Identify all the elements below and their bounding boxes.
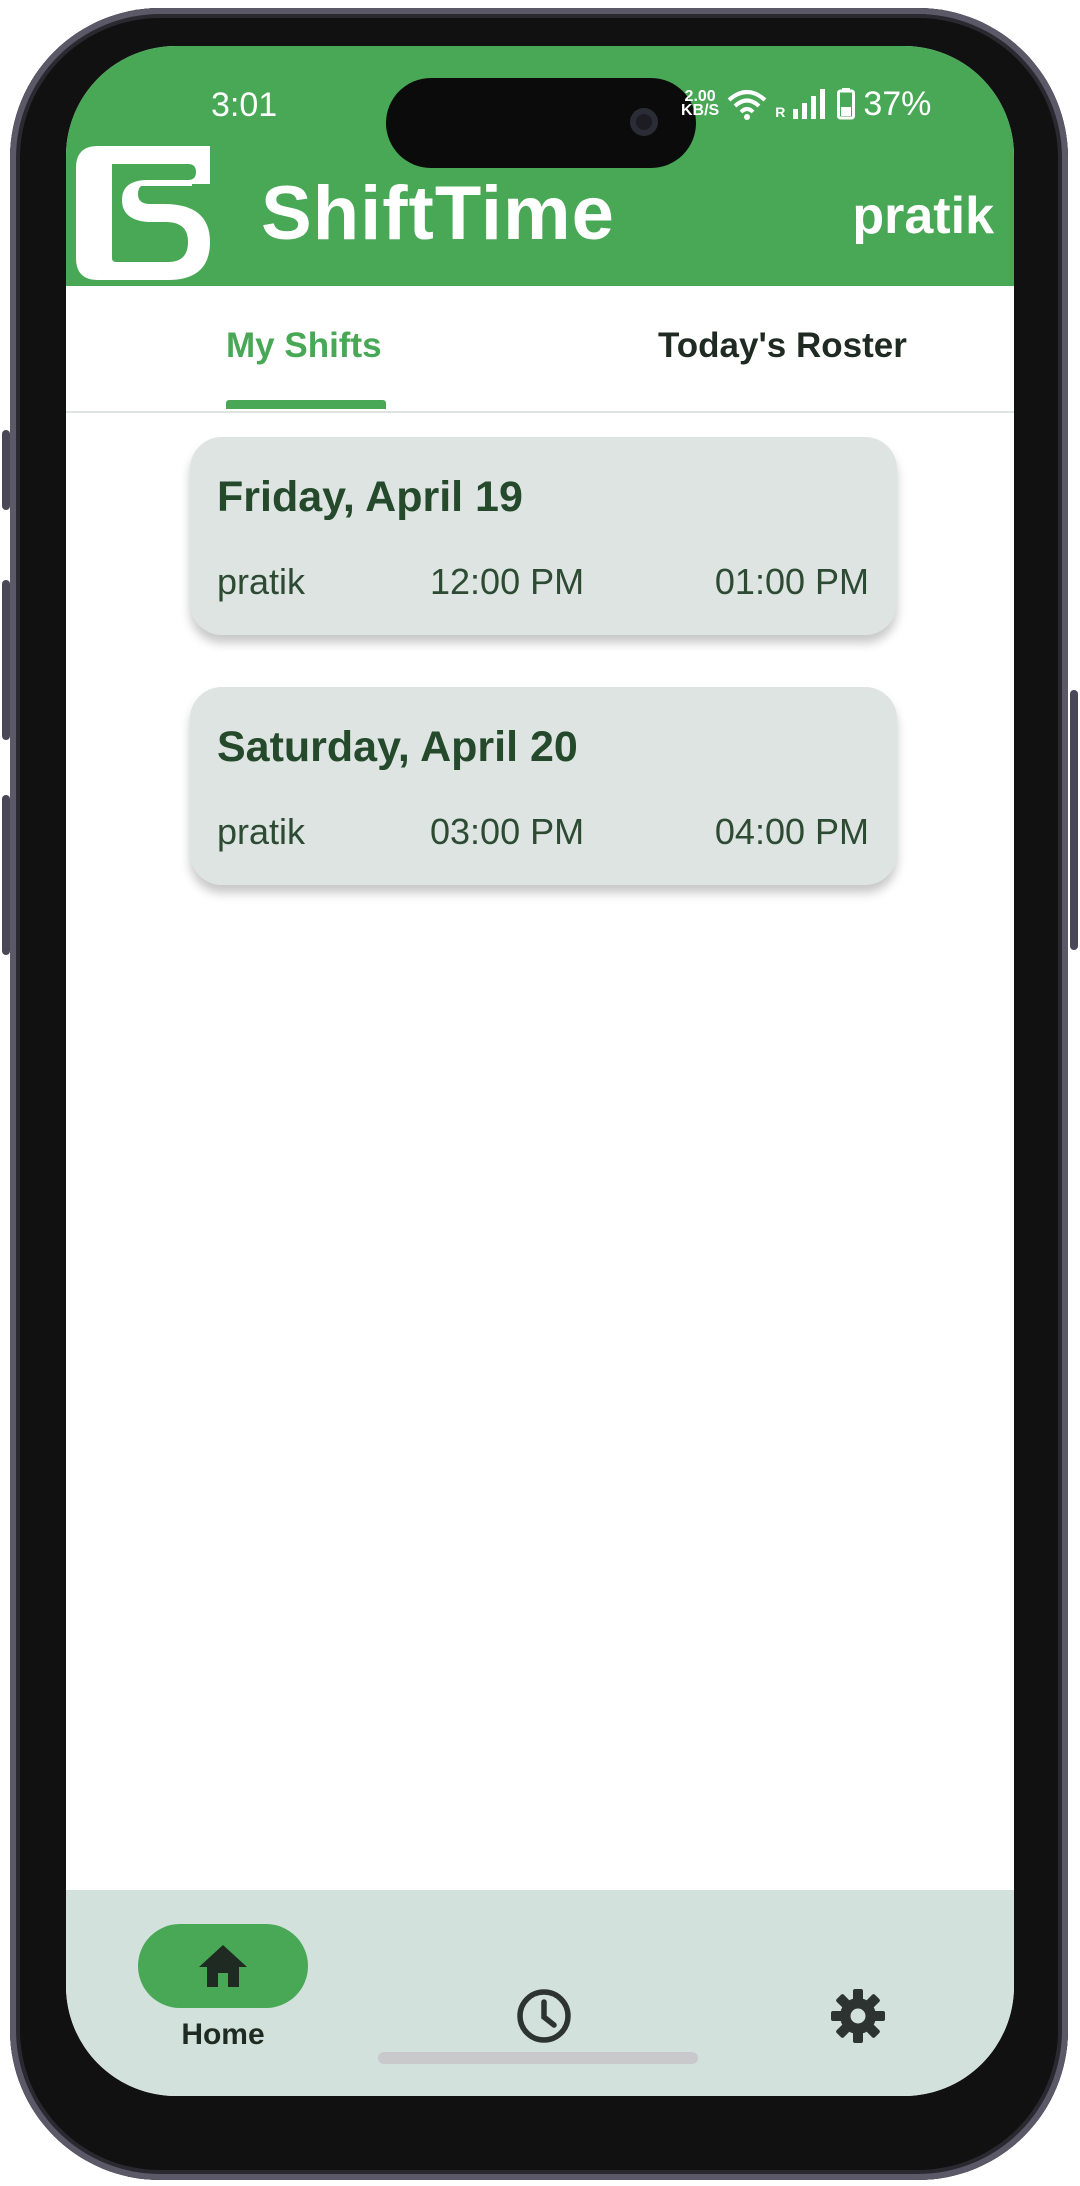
roaming-indicator: R xyxy=(775,104,786,120)
status-icons: 2.00 KB/S R 37% xyxy=(681,84,931,124)
net-speed-unit: KB/S xyxy=(681,102,720,119)
net-speed: 2.00 KB/S xyxy=(681,89,720,119)
app-header: 3:01 2.00 KB/S R 37% ShiftTime pratik xyxy=(66,46,1014,286)
nav-home-pill[interactable] xyxy=(138,1924,308,2008)
shift-employee: pratik xyxy=(217,561,306,602)
home-indicator[interactable] xyxy=(378,2052,698,2064)
tab-todays-roster[interactable]: Today's Roster xyxy=(658,326,907,366)
phone-button-left-1 xyxy=(2,430,10,510)
nav-home-label: Home xyxy=(181,2018,265,2051)
battery-percent: 37% xyxy=(863,84,932,123)
gear-icon xyxy=(831,1989,885,2043)
phone-button-left-2 xyxy=(2,580,10,740)
active-tab-indicator xyxy=(226,400,386,409)
shift-start-time: 12:00 PM xyxy=(430,561,585,602)
nav-settings[interactable] xyxy=(828,1986,888,2046)
tab-my-shifts[interactable]: My Shifts xyxy=(226,326,382,366)
clock-icon xyxy=(517,1989,571,2043)
shift-employee: pratik xyxy=(217,811,306,852)
tab-bar: My Shifts Today's Roster xyxy=(66,286,1014,413)
status-time: 3:01 xyxy=(211,86,278,124)
nav-home[interactable]: Home xyxy=(138,1924,308,2052)
shift-card[interactable]: Friday, April 19 pratik 12:00 PM 01:00 P… xyxy=(190,437,897,635)
shift-end-time: 04:00 PM xyxy=(714,811,869,852)
app-title: ShiftTime xyxy=(261,171,615,256)
screen: 3:01 2.00 KB/S R 37% ShiftTime pratik My… xyxy=(66,46,1014,2096)
wifi-icon xyxy=(727,90,767,120)
home-icon xyxy=(199,1945,247,1987)
current-user[interactable]: pratik xyxy=(852,186,994,246)
shift-date: Saturday, April 20 xyxy=(217,723,578,771)
battery-icon xyxy=(837,88,856,120)
camera-icon xyxy=(630,108,658,136)
shift-card[interactable]: Saturday, April 20 pratik 03:00 PM 04:00… xyxy=(190,687,897,885)
signal-icon xyxy=(793,89,826,119)
dynamic-island xyxy=(386,78,696,168)
bottom-navigation: Home xyxy=(66,1890,1014,2096)
phone-button-right xyxy=(1070,690,1078,950)
shift-date: Friday, April 19 xyxy=(217,473,523,521)
nav-history[interactable] xyxy=(514,1986,574,2046)
phone-button-left-3 xyxy=(2,795,10,955)
shift-start-time: 03:00 PM xyxy=(430,811,585,852)
shift-end-time: 01:00 PM xyxy=(714,561,869,602)
shifttime-logo xyxy=(76,146,210,280)
